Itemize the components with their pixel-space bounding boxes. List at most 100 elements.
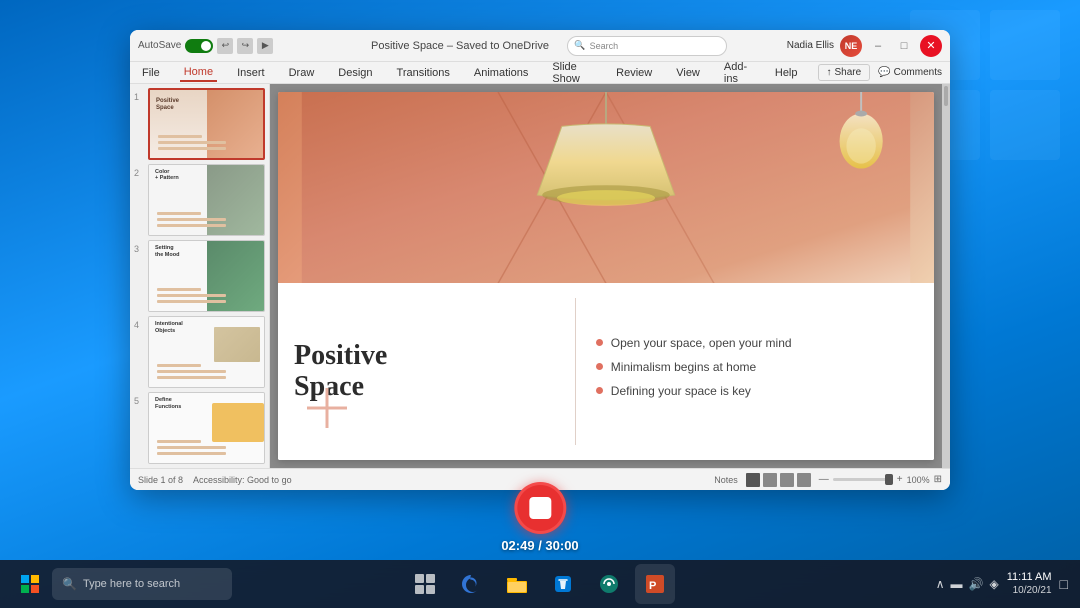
reading-view-icon[interactable] — [797, 473, 811, 487]
normal-view-icon[interactable] — [746, 473, 760, 487]
record-timer: 02:49 / 30:00 — [501, 538, 578, 553]
system-tray: ∧ ▬ 🔊 ◈ — [936, 577, 999, 591]
view-icons — [746, 473, 811, 487]
window-title: Positive Space – Saved to OneDrive — [353, 40, 568, 52]
slide-title-area: Positive Space — [294, 293, 575, 450]
tab-file[interactable]: File — [138, 65, 164, 81]
tab-transitions[interactable]: Transitions — [393, 65, 454, 81]
slide-num-2: 2 — [134, 168, 144, 178]
zoom-bar: — + 100% ⊞ — [819, 474, 942, 485]
tab-animations[interactable]: Animations — [470, 65, 532, 81]
slide-main: Positive Space — [278, 92, 934, 460]
search-icon: 🔍 — [574, 40, 585, 51]
slide-sorter-icon[interactable] — [780, 473, 794, 487]
start-button[interactable] — [12, 566, 48, 602]
user-name: Nadia Ellis — [787, 40, 834, 51]
taskbar-powerpoint[interactable]: P — [635, 564, 675, 604]
bullet-dot-3 — [596, 387, 603, 394]
svg-text:P: P — [649, 580, 656, 592]
network-icon[interactable]: ▬ — [951, 577, 963, 591]
slide1-thumb-title: PositiveSpace — [156, 98, 179, 112]
chevron-up-icon[interactable]: ∧ — [936, 577, 945, 591]
system-clock[interactable]: 11:11 AM 10/20/21 — [1007, 571, 1052, 596]
slide-content: Positive Space — [278, 283, 934, 460]
tab-help[interactable]: Help — [771, 65, 802, 81]
taskbar-explorer[interactable] — [497, 564, 537, 604]
slide-info: Slide 1 of 8 — [138, 475, 183, 485]
tab-slideshow[interactable]: Slide Show — [548, 59, 596, 87]
slide-thumbnail-2[interactable]: Color+ Pattern — [148, 164, 265, 236]
tab-addins[interactable]: Add-ins — [720, 59, 755, 87]
slide-thumb-5[interactable]: 5 DefineFunctions — [134, 392, 265, 464]
ppt-window: AutoSave ↩ ↪ ▶ Positive Space – Saved to… — [130, 30, 950, 490]
slide-num-3: 3 — [134, 244, 144, 254]
volume-icon[interactable]: ◈ — [989, 577, 998, 591]
slide-bullets: Open your space, open your mind Minimali… — [576, 293, 918, 450]
close-button[interactable]: ✕ — [920, 35, 942, 57]
fit-icon[interactable]: ⊞ — [934, 474, 942, 485]
autosave-toggle[interactable] — [185, 39, 213, 53]
taskbar-edge[interactable] — [451, 564, 491, 604]
bullet-text-2: Minimalism begins at home — [611, 360, 756, 374]
slide4-thumb-title: IntentionalObjects — [155, 321, 183, 334]
zoom-slider[interactable] — [833, 478, 893, 481]
maximize-button[interactable]: □ — [894, 36, 914, 56]
tab-view[interactable]: View — [672, 65, 704, 81]
slide-thumbnail-1[interactable]: PositiveSpace — [148, 88, 265, 160]
notifications-icon[interactable]: □ — [1060, 576, 1068, 592]
toolbar-icons: ↩ ↪ ▶ — [217, 38, 273, 54]
slide-panel: 1 PositiveSpace 2 — [130, 84, 270, 468]
zoom-in-icon[interactable]: + — [897, 474, 903, 485]
bullet-item-1: Open your space, open your mind — [596, 336, 918, 350]
slide2-thumb-title: Color+ Pattern — [155, 169, 179, 181]
record-button[interactable] — [514, 482, 566, 534]
slide-thumb-1[interactable]: 1 PositiveSpace — [134, 88, 265, 160]
slide-thumbnail-4[interactable]: IntentionalObjects — [148, 316, 265, 388]
redo-icon[interactable]: ↪ — [237, 38, 253, 54]
slide-num-4: 4 — [134, 320, 144, 330]
taskbar-search-bar[interactable]: 🔍 Type here to search — [52, 568, 232, 600]
recording-overlay: 02:49 / 30:00 — [501, 482, 578, 553]
tab-review[interactable]: Review — [612, 65, 656, 81]
bullet-item-2: Minimalism begins at home — [596, 360, 918, 374]
share-label: Share — [835, 67, 862, 78]
accessibility-status: Accessibility: Good to go — [193, 475, 292, 485]
comment-icon: 💬 — [878, 67, 890, 78]
tab-draw[interactable]: Draw — [285, 65, 319, 81]
plus-decoration — [302, 383, 352, 438]
taskbar-edge2[interactable] — [589, 564, 629, 604]
present-icon[interactable]: ▶ — [257, 38, 273, 54]
tab-insert[interactable]: Insert — [233, 65, 269, 81]
clock-time: 11:11 AM — [1007, 571, 1052, 584]
taskbar-search-placeholder: Type here to search — [83, 578, 180, 590]
ribbon-actions: ↑ Share 💬 Comments — [818, 64, 943, 81]
search-placeholder: Search — [590, 41, 619, 51]
tab-design[interactable]: Design — [334, 65, 376, 81]
taskbar-center: P — [405, 564, 675, 604]
bullet-dot-2 — [596, 363, 603, 370]
slide-thumbnail-5[interactable]: DefineFunctions — [148, 392, 265, 464]
bullet-dot-1 — [596, 339, 603, 346]
search-bar[interactable]: 🔍 Search — [567, 36, 727, 56]
slide-scrollbar[interactable] — [942, 84, 950, 468]
slide-title-line1: Positive — [294, 340, 387, 371]
clock-date: 10/20/21 — [1007, 585, 1052, 597]
zoom-out-icon[interactable]: — — [819, 474, 829, 485]
slide-thumb-3[interactable]: 3 Settingthe Mood — [134, 240, 265, 312]
slide-thumb-4[interactable]: 4 IntentionalObjects — [134, 316, 265, 388]
slide-thumb-2[interactable]: 2 Color+ Pattern — [134, 164, 265, 236]
title-bar-left: AutoSave ↩ ↪ ▶ — [138, 38, 353, 54]
taskbar-taskview[interactable] — [405, 564, 445, 604]
speaker-icon[interactable]: 🔊 — [969, 577, 984, 591]
slide-thumbnail-3[interactable]: Settingthe Mood — [148, 240, 265, 312]
comments-button[interactable]: 💬 Comments — [878, 67, 942, 78]
notes-button[interactable]: Notes — [714, 475, 738, 485]
outline-view-icon[interactable] — [763, 473, 777, 487]
undo-icon[interactable]: ↩ — [217, 38, 233, 54]
tab-home[interactable]: Home — [180, 64, 217, 82]
minimize-button[interactable]: – — [868, 36, 888, 56]
taskbar-store[interactable] — [543, 564, 583, 604]
slide5-thumb-title: DefineFunctions — [155, 397, 181, 410]
record-stop-icon — [529, 497, 551, 519]
share-button[interactable]: ↑ Share — [818, 64, 871, 81]
